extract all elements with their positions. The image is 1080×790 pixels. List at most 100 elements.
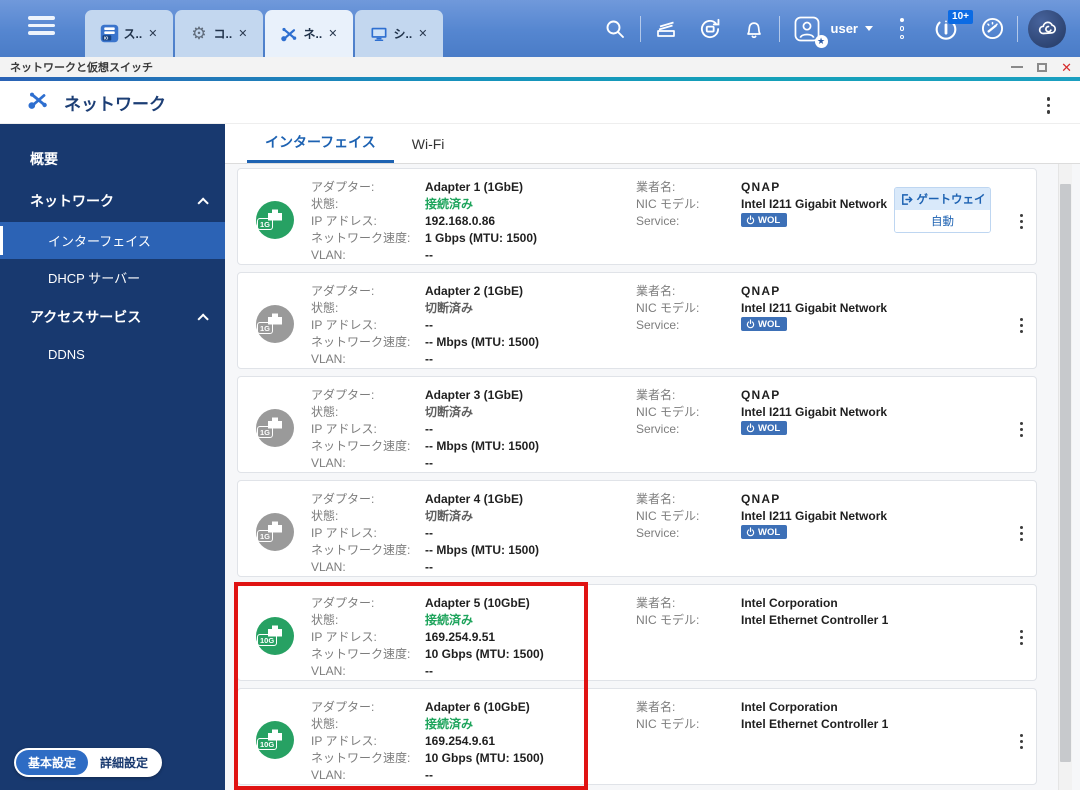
adapter-name-value: Adapter 3 (1GbE) <box>425 388 524 402</box>
service-label: Service: <box>636 214 680 228</box>
taskbar-tab-control-panel[interactable]: ⚙ コ.. ✕ <box>175 10 263 57</box>
adapter-speed-value: -- Mbps (MTU: 1500) <box>425 543 539 557</box>
taskbar-tab-system[interactable]: シ.. ✕ <box>355 10 443 57</box>
adapter-card: 1G アダプター: 状態: IP アドレス: ネットワーク速度: VLAN: A… <box>237 376 1037 473</box>
dashboard-gauge-icon[interactable] <box>977 14 1007 44</box>
more-options-kebab-icon[interactable] <box>887 14 917 44</box>
myqnapcloud-icon[interactable] <box>1028 9 1066 48</box>
vlan-label: VLAN: <box>311 664 346 678</box>
vertical-scrollbar[interactable] <box>1058 164 1072 790</box>
chevron-up-icon <box>197 313 209 325</box>
close-icon[interactable]: ✕ <box>416 27 429 40</box>
close-icon[interactable]: ✕ <box>236 27 249 40</box>
vendor-label: 業者名: <box>636 388 676 402</box>
notifications-bell-icon[interactable] <box>739 14 769 44</box>
status-label: 状態: <box>311 405 339 419</box>
taskbar-tab-network[interactable]: ネ.. ✕ <box>265 10 353 57</box>
content-area: インターフェイス Wi-Fi 1G アダプター: 状態: IP アドレス: ネッ… <box>225 124 1080 790</box>
close-icon[interactable]: ✕ <box>1061 60 1072 74</box>
adapter-label: アダプター: <box>311 700 375 714</box>
adapter-menu-kebab-icon[interactable] <box>1014 522 1029 545</box>
adapter-card: 1G アダプター: 状態: IP アドレス: ネットワーク速度: VLAN: A… <box>237 272 1037 369</box>
adapter-vlan-value: -- <box>425 248 433 262</box>
service-label: Service: <box>636 318 680 332</box>
adapter-status-value: 切断済み <box>425 405 474 419</box>
desktop-topbar: IO ス.. ✕ ⚙ コ.. ✕ ネ.. ✕ シ.. ✕ ★ user 10+ <box>0 0 1080 57</box>
divider <box>778 15 780 42</box>
service-label: Service: <box>636 422 680 436</box>
basic-settings-toggle[interactable]: 基本設定 <box>16 750 89 775</box>
adapter-ip-value: -- <box>425 526 433 540</box>
sidebar-item-access-services[interactable]: アクセスサービス <box>0 296 225 338</box>
adapter-status-value: 接続済み <box>425 717 474 731</box>
wol-badge: WOL <box>741 421 788 435</box>
vlan-label: VLAN: <box>311 560 346 574</box>
svg-text:IO: IO <box>103 35 108 40</box>
adapter-speed-icon: 1G <box>256 201 294 239</box>
adapter-status-value: 切断済み <box>425 509 474 523</box>
chevron-up-icon <box>197 197 209 209</box>
ip-label: IP アドレス: <box>311 526 377 540</box>
vendor-value: QNAP <box>741 180 781 194</box>
minimize-icon[interactable] <box>1011 60 1024 74</box>
sync-icon[interactable] <box>695 14 725 44</box>
advanced-settings-toggle[interactable]: 詳細設定 <box>88 750 160 775</box>
status-label: 状態: <box>311 301 339 315</box>
adapter-ip-value: -- <box>425 422 433 436</box>
adapter-speed-icon: 1G <box>256 513 294 551</box>
nic-model-value: Intel Ethernet Controller 1 <box>741 613 889 627</box>
gateway-button[interactable]: ゲートウェイ 自動 <box>894 187 991 233</box>
adapter-name-value: Adapter 1 (1GbE) <box>425 180 524 194</box>
vendor-value: Intel Corporation <box>741 596 838 610</box>
tab-wifi[interactable]: Wi-Fi <box>394 127 463 163</box>
adapter-label: アダプター: <box>311 284 375 298</box>
adapter-name-value: Adapter 4 (1GbE) <box>425 492 524 506</box>
update-info-icon[interactable]: 10+ <box>931 9 973 44</box>
taskbar-tab-storage[interactable]: IO ス.. ✕ <box>85 10 173 57</box>
adapter-speed-icon: 1G <box>256 409 294 447</box>
vendor-label: 業者名: <box>636 596 676 610</box>
sidebar-item-label: DHCP サーバー <box>48 271 141 286</box>
adapter-speed-value: 10 Gbps (MTU: 1500) <box>425 647 544 661</box>
scrollbar-thumb[interactable] <box>1060 184 1071 762</box>
adapter-menu-kebab-icon[interactable] <box>1014 418 1029 441</box>
vlan-label: VLAN: <box>311 456 346 470</box>
adapter-label: アダプター: <box>311 492 375 506</box>
adapter-menu-kebab-icon[interactable] <box>1014 626 1029 649</box>
adapter-menu-kebab-icon[interactable] <box>1014 210 1029 233</box>
vendor-label: 業者名: <box>636 700 676 714</box>
nic-model-label: NIC モデル: <box>636 301 700 315</box>
sidebar-item-interfaces[interactable]: インターフェイス <box>0 222 225 259</box>
adapter-menu-kebab-icon[interactable] <box>1014 730 1029 753</box>
sidebar-item-dhcp-server[interactable]: DHCP サーバー <box>0 259 225 296</box>
close-icon[interactable]: ✕ <box>326 27 339 40</box>
adapter-menu-kebab-icon[interactable] <box>1014 314 1029 337</box>
main-menu-hamburger-icon[interactable] <box>28 16 55 35</box>
gateway-button-label: ゲートウェイ <box>916 194 986 206</box>
network-app-icon <box>279 23 300 44</box>
app-menu-kebab-icon[interactable] <box>1041 93 1057 118</box>
search-icon[interactable] <box>600 14 630 44</box>
speed-label: ネットワーク速度: <box>311 543 411 557</box>
sidebar-item-network[interactable]: ネットワーク <box>0 180 225 222</box>
user-menu[interactable]: ★ user <box>790 12 873 48</box>
sidebar-item-label: インターフェイス <box>48 234 151 249</box>
taskbar-tabs: IO ス.. ✕ ⚙ コ.. ✕ ネ.. ✕ シ.. ✕ <box>85 10 443 57</box>
wol-badge: WOL <box>741 317 788 331</box>
background-tasks-icon[interactable] <box>651 14 681 44</box>
storage-app-icon: IO <box>99 23 120 44</box>
adapter-label: アダプター: <box>311 388 375 402</box>
adapter-name-value: Adapter 5 (10GbE) <box>425 596 530 610</box>
close-icon[interactable]: ✕ <box>146 27 159 40</box>
sidebar-item-ddns[interactable]: DDNS <box>0 338 225 371</box>
sidebar-item-overview[interactable]: 概要 <box>0 138 225 180</box>
chevron-down-icon <box>865 26 873 31</box>
window-titlebar: ネットワークと仮想スイッチ ✕ <box>0 57 1080 77</box>
power-icon <box>746 423 755 433</box>
power-icon <box>746 527 755 537</box>
adapter-speed-value: 10 Gbps (MTU: 1500) <box>425 751 544 765</box>
status-label: 状態: <box>311 197 339 211</box>
adapter-speed-icon: 10G <box>256 617 294 655</box>
tab-interfaces[interactable]: インターフェイス <box>247 123 394 163</box>
maximize-icon[interactable] <box>1037 60 1048 74</box>
